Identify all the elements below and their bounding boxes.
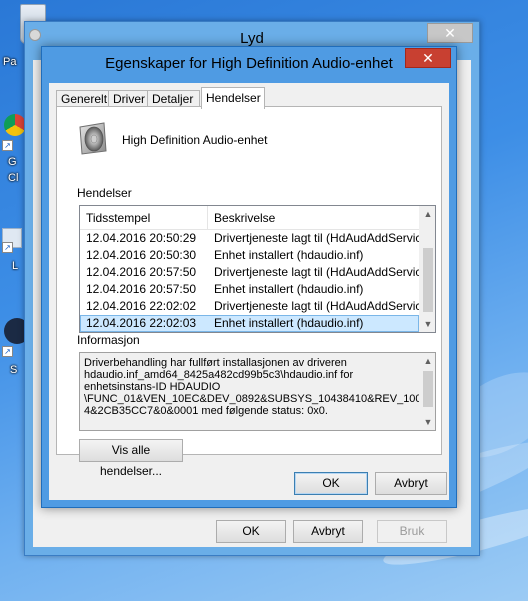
events-tab-panel: High Definition Audio-enhet Hendelser Ti… — [56, 106, 442, 478]
view-all-events-button[interactable]: Vis alle hendelser... — [79, 439, 183, 478]
column-header-description[interactable]: Beskrivelse — [208, 206, 421, 230]
scroll-up-icon[interactable]: ▲ — [420, 206, 435, 222]
event-row[interactable]: 12.04.2016 20:57:50 Drivertjeneste lagt t… — [80, 264, 432, 281]
events-list[interactable]: Tidsstempel Beskrivelse 12.04.2016 20:50… — [79, 205, 436, 333]
cancel-button[interactable]: Avbryt — [293, 520, 363, 543]
column-header-timestamp[interactable]: Tidsstempel — [80, 206, 208, 230]
ok-button[interactable]: OK — [216, 520, 286, 543]
close-button[interactable]: ✕ — [427, 23, 473, 43]
shortcut-arrow-icon: ↗ — [2, 140, 13, 151]
information-text: Driverbehandling har fullført installasj… — [84, 357, 431, 417]
event-row[interactable]: 12.04.2016 20:57:50 Enhet installert (hda… — [80, 281, 419, 298]
event-description: Enhet installert (hdaudio.inf) — [214, 316, 364, 330]
speaker-icon — [79, 122, 107, 155]
window-title: Lyd — [240, 30, 264, 47]
event-timestamp: 12.04.2016 20:50:30 — [86, 248, 197, 262]
event-timestamp: 12.04.2016 20:57:50 — [86, 282, 197, 296]
dialog-client-area: Generelt Driver Detaljer Hendelser High … — [49, 83, 449, 500]
desktop-icon-label: S — [10, 364, 18, 376]
scroll-up-icon[interactable]: ▲ — [420, 353, 435, 369]
apply-button[interactable]: Bruk — [377, 520, 447, 543]
scroll-down-icon[interactable]: ▼ — [420, 414, 435, 430]
desktop-icon-label: Cl — [8, 172, 19, 184]
event-description: Drivertjeneste lagt til (HdAudAddService… — [214, 231, 433, 245]
information-textbox[interactable]: Driverbehandling har fullført installasj… — [79, 352, 436, 431]
event-description: Enhet installert (hdaudio.inf) — [214, 282, 364, 296]
close-icon: ✕ — [444, 25, 456, 41]
events-list-scrollbar[interactable]: ▲ ▼ — [419, 206, 435, 332]
event-row[interactable]: 12.04.2016 20:50:29 Drivertjeneste lagt t… — [80, 230, 432, 247]
desktop-icon-label: G — [8, 156, 17, 168]
event-timestamp: 12.04.2016 20:57:50 — [86, 265, 197, 279]
device-name: High Definition Audio-enhet — [122, 133, 268, 147]
event-description: Enhet installert (hdaudio.inf) — [214, 248, 364, 262]
dialog-title: Egenskaper for High Definition Audio-enh… — [105, 55, 393, 72]
ok-button[interactable]: OK — [294, 472, 368, 495]
events-label: Hendelser — [77, 186, 132, 200]
event-timestamp: 12.04.2016 22:02:03 — [86, 316, 197, 330]
events-list-rows: 12.04.2016 20:50:29 Drivertjeneste lagt t… — [80, 230, 432, 332]
scrollbar-thumb[interactable] — [423, 248, 433, 312]
shortcut-arrow-icon: ↗ — [2, 346, 13, 357]
event-row[interactable]: 12.04.2016 22:02:02 Drivertjeneste lagt t… — [80, 298, 432, 315]
tab-events[interactable]: Hendelser — [201, 87, 265, 109]
desktop-icon-label: Pa — [3, 56, 17, 68]
chrome-icon — [4, 114, 26, 136]
cancel-button[interactable]: Avbryt — [375, 472, 447, 495]
scrollbar-thumb[interactable] — [423, 371, 433, 407]
event-timestamp: 12.04.2016 20:50:29 — [86, 231, 197, 245]
shortcut-arrow-icon: ↗ — [2, 242, 13, 253]
event-row[interactable]: 12.04.2016 20:50:30 Enhet installert (hda… — [80, 247, 419, 264]
event-row[interactable]: 12.04.2016 22:02:03 Enhet installert (hda… — [80, 315, 419, 332]
information-label: Informasjon — [77, 333, 140, 347]
event-description: Drivertjeneste lagt til (HdAudAddService… — [214, 299, 433, 313]
close-icon: ✕ — [422, 50, 434, 66]
close-button[interactable]: ✕ — [405, 48, 451, 68]
scroll-down-icon[interactable]: ▼ — [420, 316, 435, 332]
event-timestamp: 12.04.2016 22:02:02 — [86, 299, 197, 313]
device-properties-dialog: Egenskaper for High Definition Audio-enh… — [41, 46, 457, 508]
events-list-header: Tidsstempel Beskrivelse — [80, 206, 419, 230]
desktop-icon-label: L — [12, 260, 19, 272]
information-scrollbar[interactable]: ▲ ▼ — [419, 353, 435, 430]
event-description: Drivertjeneste lagt til (HdAudAddService… — [214, 265, 433, 279]
